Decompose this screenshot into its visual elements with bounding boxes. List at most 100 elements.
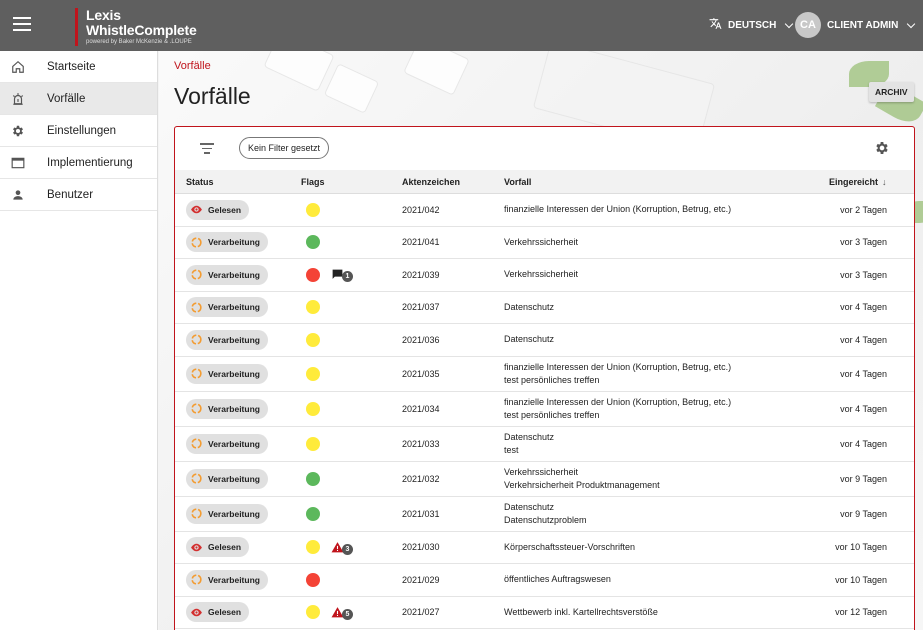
table-row[interactable]: Verarbeitung 2021/041 Verkehrssicherheit vo… bbox=[175, 227, 914, 259]
table-row[interactable]: Gelesen 3 2021/030 Körperschaftssteuer-Vors… bbox=[175, 532, 914, 564]
translate-icon bbox=[709, 17, 722, 33]
menu-icon[interactable] bbox=[13, 17, 31, 33]
user-name: CLIENT ADMIN bbox=[827, 19, 899, 31]
reference-cell: 2021/027 bbox=[402, 607, 440, 618]
chevron-down-icon bbox=[907, 19, 916, 28]
reference-cell: 2021/036 bbox=[402, 334, 440, 345]
count-badge: 5 bbox=[342, 608, 353, 620]
table-header: Status Flags Aktenzeichen Vorfall Einger… bbox=[175, 170, 914, 194]
column-header-incident[interactable]: Vorfall bbox=[504, 177, 531, 187]
table-row[interactable]: Verarbeitung 2021/036 Datenschutz vor 4 Tag… bbox=[175, 324, 914, 357]
status-badge: Gelesen bbox=[186, 537, 250, 558]
user-menu[interactable]: CA CLIENT ADMIN bbox=[795, 12, 916, 38]
gear-icon bbox=[11, 124, 25, 138]
processing-icon bbox=[190, 367, 203, 380]
column-header-reference[interactable]: Aktenzeichen bbox=[402, 177, 460, 187]
background-image bbox=[323, 63, 380, 114]
column-header-flags[interactable]: Flags bbox=[301, 177, 325, 187]
incident-text: Verkehrssicherheit bbox=[504, 269, 579, 280]
message-icon: 1 bbox=[331, 267, 353, 283]
table-row[interactable]: Verarbeitung 2021/029 öffentliches Auftrag… bbox=[175, 564, 914, 597]
incident-text: finanzielle Interessen der Union (Korrup… bbox=[504, 361, 732, 372]
eye-icon bbox=[190, 203, 203, 216]
warning-icon: 5 bbox=[331, 605, 353, 620]
filter-icon[interactable] bbox=[200, 143, 214, 157]
received-cell: vor 3 Tagen bbox=[840, 237, 887, 248]
status-label: Gelesen bbox=[208, 542, 242, 553]
reference-cell: 2021/030 bbox=[402, 542, 440, 553]
sidebar-item-startseite[interactable]: Startseite bbox=[0, 51, 157, 83]
sidebar-item-implementierung[interactable]: Implementierung bbox=[0, 147, 157, 179]
flag-indicator bbox=[306, 366, 320, 381]
flag-indicator bbox=[306, 605, 320, 620]
status-badge: Verarbeitung bbox=[186, 468, 268, 489]
status-label: Verarbeitung bbox=[208, 269, 260, 280]
table-row[interactable]: Gelesen 5 2021/027 Wettbewerb inkl. Kartell… bbox=[175, 597, 914, 629]
flag-indicator bbox=[306, 267, 320, 282]
flag-indicator bbox=[306, 332, 320, 347]
received-cell: vor 3 Tagen bbox=[840, 269, 887, 280]
flag-indicator bbox=[306, 436, 320, 451]
incidents-card: Kein Filter gesetzt Status Flags Aktenze… bbox=[174, 126, 915, 630]
table-row[interactable]: Verarbeitung 2021/037 Datenschutz vor 4 Tag… bbox=[175, 292, 914, 324]
column-header-received[interactable]: Eingereicht ↓ bbox=[829, 177, 887, 187]
status-label: Gelesen bbox=[208, 607, 242, 618]
incident-text: Körperschaftssteuer-Vorschriften bbox=[504, 541, 636, 552]
flag-indicator bbox=[306, 235, 320, 250]
status-badge: Verarbeitung bbox=[186, 398, 268, 419]
incident-text: Datenschutzproblem bbox=[504, 514, 587, 525]
sidebar-item-einstellungen[interactable]: Einstellungen bbox=[0, 115, 157, 147]
archive-button[interactable]: ARCHIV bbox=[869, 82, 914, 102]
table-row[interactable]: Verarbeitung 2021/035 finanzielle Interess… bbox=[175, 357, 914, 392]
table-row[interactable]: Gelesen 2021/042 finanzielle Interessen de… bbox=[175, 194, 914, 227]
language-selector[interactable]: DEUTSCH bbox=[709, 17, 794, 33]
background-image bbox=[403, 51, 470, 96]
table-row[interactable]: Verarbeitung 2021/034 finanzielle Interess… bbox=[175, 392, 914, 427]
sidebar-item-vorfaelle[interactable]: Vorfälle bbox=[0, 83, 157, 115]
processing-icon bbox=[190, 236, 203, 249]
status-label: Verarbeitung bbox=[208, 237, 260, 248]
breadcrumb[interactable]: Vorfälle bbox=[174, 60, 211, 72]
gear-icon[interactable] bbox=[874, 140, 890, 156]
received-cell: vor 10 Tagen bbox=[835, 542, 887, 553]
status-badge: Verarbeitung bbox=[186, 329, 268, 350]
reference-cell: 2021/037 bbox=[402, 302, 440, 313]
sidebar-item-label: Startseite bbox=[47, 60, 96, 73]
sidebar-item-label: Implementierung bbox=[47, 156, 133, 169]
table-row[interactable]: Verarbeitung 2021/031 Datenschutz Datenschu… bbox=[175, 497, 914, 532]
app-logo[interactable]: Lexis WhistleComplete powered by Baker M… bbox=[75, 8, 197, 46]
processing-icon bbox=[190, 333, 203, 346]
filter-chip[interactable]: Kein Filter gesetzt bbox=[239, 137, 330, 159]
table-row[interactable]: Verarbeitung 1 2021/039 Verkehrssicherheit v… bbox=[175, 259, 914, 292]
page-title: Vorfälle bbox=[174, 83, 251, 109]
column-header-status[interactable]: Status bbox=[186, 177, 214, 187]
sidebar-item-label: Benutzer bbox=[47, 188, 94, 201]
received-cell: vor 9 Tagen bbox=[840, 508, 887, 519]
incident-text: Verkehrsicherheit Produktmanagement bbox=[504, 479, 660, 490]
table-row[interactable]: Verarbeitung 2021/032 Verkehrssicherheit Ve… bbox=[175, 462, 914, 497]
status-badge: Gelesen bbox=[186, 199, 250, 220]
incident-text: test persönliches treffen bbox=[504, 374, 600, 385]
received-cell: vor 9 Tagen bbox=[840, 473, 887, 484]
status-badge: Verarbeitung bbox=[186, 363, 268, 384]
incident-text: Verkehrssicherheit bbox=[504, 236, 579, 247]
reference-cell: 2021/032 bbox=[402, 473, 440, 484]
main-content: Vorfälle Vorfälle ARCHIV Kein Filter ges… bbox=[159, 51, 923, 630]
flag-indicator bbox=[306, 540, 320, 555]
logo-line1: Lexis bbox=[86, 7, 121, 23]
status-label: Verarbeitung bbox=[208, 403, 260, 414]
sidebar-item-benutzer[interactable]: Benutzer bbox=[0, 179, 157, 211]
status-badge: Verarbeitung bbox=[186, 433, 268, 454]
incident-text: Datenschutz bbox=[504, 431, 555, 442]
received-cell: vor 10 Tagen bbox=[835, 574, 887, 585]
status-badge: Verarbeitung bbox=[186, 232, 268, 253]
status-label: Verarbeitung bbox=[208, 473, 260, 484]
home-icon bbox=[11, 60, 25, 74]
received-cell: vor 12 Tagen bbox=[835, 607, 887, 618]
incident-text: test persönliches treffen bbox=[504, 409, 600, 420]
status-label: Verarbeitung bbox=[208, 438, 260, 449]
flag-indicator bbox=[306, 401, 320, 416]
processing-icon bbox=[190, 472, 203, 485]
table-row[interactable]: Verarbeitung 2021/033 Datenschutz test vor 4… bbox=[175, 427, 914, 462]
sidebar: Startseite Vorfälle Einstellungen Implem… bbox=[0, 51, 158, 630]
